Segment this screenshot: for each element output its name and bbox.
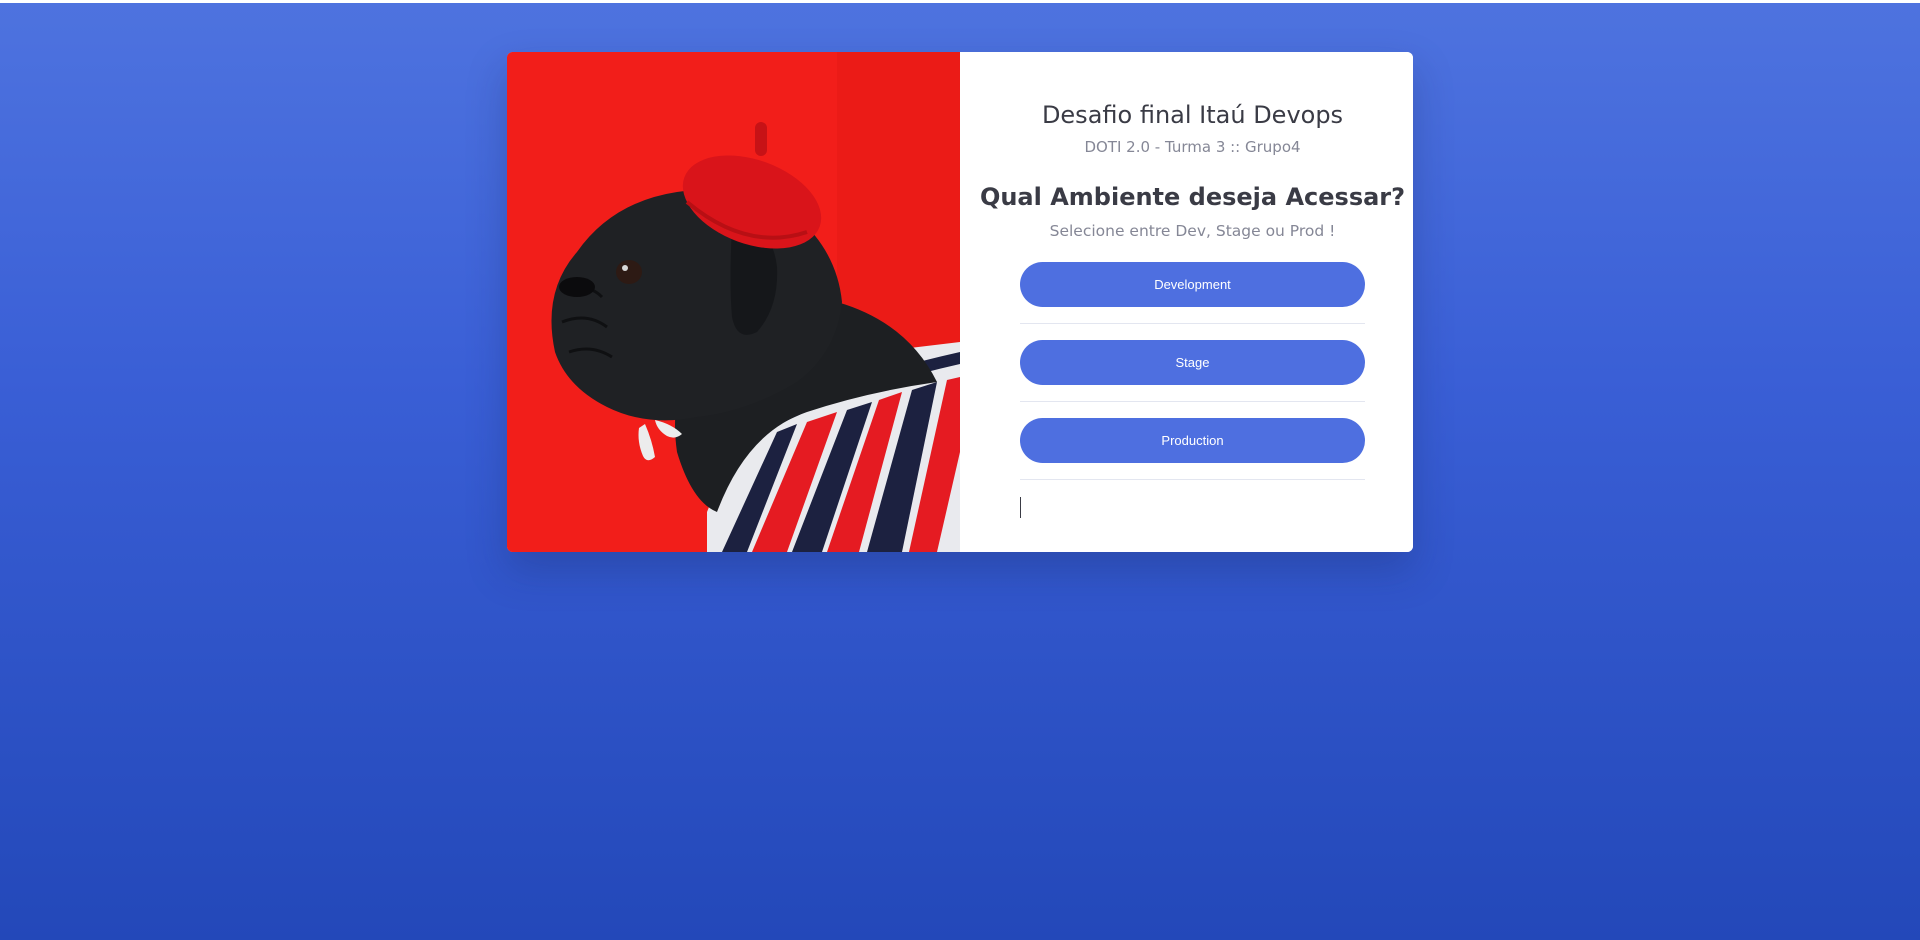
environment-hint: Selecione entre Dev, Stage ou Prod ! bbox=[1049, 222, 1336, 240]
divider bbox=[1020, 401, 1365, 402]
environment-list: Development Stage Production bbox=[1020, 262, 1365, 520]
pug-photo bbox=[507, 52, 960, 552]
stage-button[interactable]: Stage bbox=[1020, 340, 1365, 385]
environment-question: Qual Ambiente deseja Acessar? bbox=[979, 183, 1406, 211]
production-button[interactable]: Production bbox=[1020, 418, 1365, 463]
text-cursor-area bbox=[1020, 496, 1365, 520]
text-cursor bbox=[1020, 497, 1021, 518]
pug-illustration bbox=[507, 52, 960, 552]
page-title: Desafio final Itaú Devops bbox=[1041, 101, 1344, 129]
environment-selector-card: Desafio final Itaú Devops DOTI 2.0 - Tur… bbox=[507, 52, 1413, 552]
top-strip bbox=[0, 0, 1920, 3]
development-button[interactable]: Development bbox=[1020, 262, 1365, 307]
divider bbox=[1020, 323, 1365, 324]
divider bbox=[1020, 479, 1365, 480]
card-body: Desafio final Itaú Devops DOTI 2.0 - Tur… bbox=[960, 52, 1413, 552]
page-subtitle: DOTI 2.0 - Turma 3 :: Grupo4 bbox=[1084, 138, 1301, 156]
